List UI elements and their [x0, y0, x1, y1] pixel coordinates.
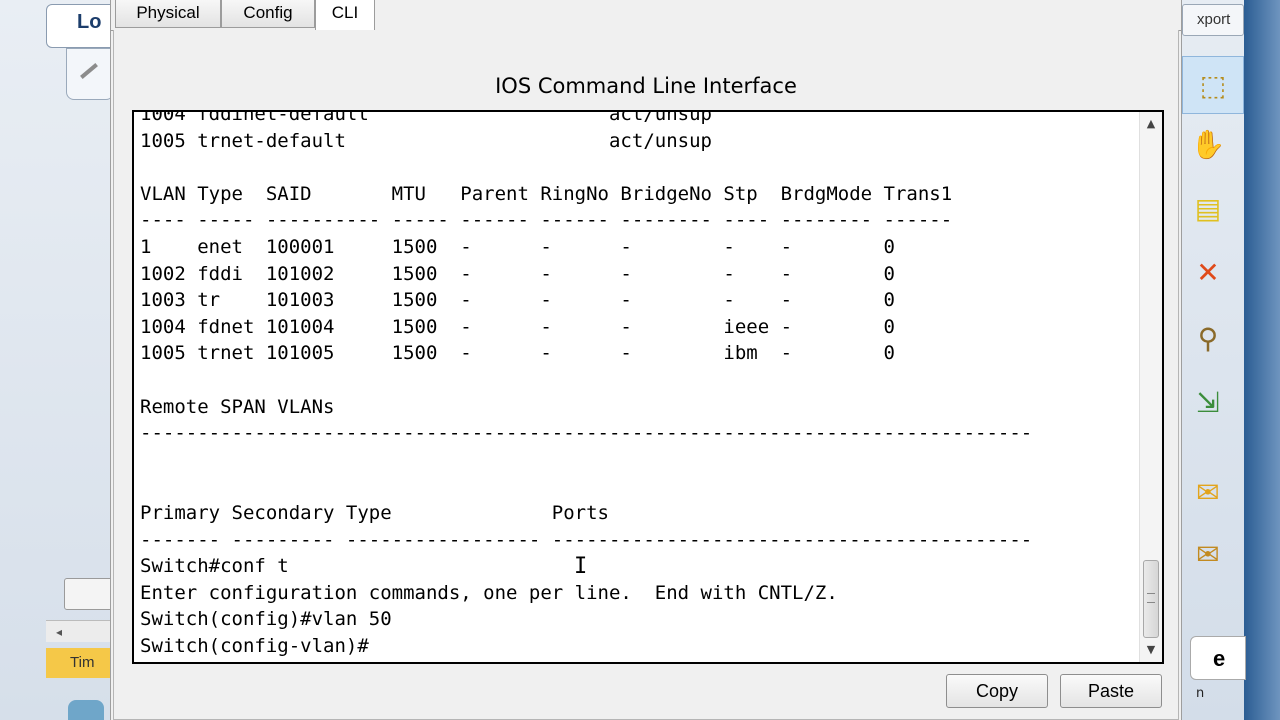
time-tab[interactable]: Tim [46, 648, 112, 678]
router-icon [68, 700, 104, 720]
background-app-left: Lo ◂ Tim [0, 0, 126, 720]
tab-config[interactable]: Config [221, 0, 315, 28]
resize-icon[interactable]: ⇲ [1186, 380, 1230, 424]
terminal-line: 1005 trnet 101005 1500 - - - ibm - 0 [140, 342, 895, 365]
navigation-icon[interactable] [66, 48, 114, 100]
text-cursor-icon: I [574, 554, 588, 579]
terminal-line: Switch(config-vlan)# [140, 634, 369, 657]
export-button[interactable]: xport [1182, 4, 1244, 36]
toolbar-bottom-text: n [1196, 686, 1205, 701]
tab-cli[interactable]: CLI [315, 0, 375, 31]
hand-icon[interactable]: ✋ [1186, 122, 1230, 166]
terminal-line: 1002 fddi 101002 1500 - - - - - 0 [140, 262, 895, 285]
tab-bar: Physical Config CLI [111, 0, 1181, 31]
terminal-line: ----------------------------------------… [140, 422, 1033, 445]
terminal-line: VLAN Type SAID MTU Parent RingNo BridgeN… [140, 182, 953, 205]
scrollbar-thumb[interactable] [1143, 560, 1159, 638]
paste-button[interactable]: Paste [1060, 674, 1162, 708]
terminal-line: Enter configuration commands, one per li… [140, 581, 838, 604]
terminal-line: ------- --------- ----------------- ----… [140, 528, 1033, 551]
toolbar-accent [1244, 0, 1280, 720]
mail-open-icon[interactable]: ✉ [1186, 532, 1230, 576]
terminal-line: 1004 fdnet 101004 1500 - - - ieee - 0 [140, 315, 895, 338]
device-window: Physical Config CLI IOS Command Line Int… [110, 0, 1182, 720]
cli-terminal[interactable]: 1004 fddinet-default act/unsup 1005 trnet… [132, 110, 1164, 664]
terminal-line: 1 enet 100001 1500 - - - - - 0 [140, 235, 895, 258]
select-icon[interactable]: ⬚ [1182, 56, 1244, 114]
cli-panel: IOS Command Line Interface 1004 fddinet-… [113, 30, 1179, 720]
terminal-line: 1003 tr 101003 1500 - - - - - 0 [140, 289, 895, 312]
terminal-line: Switch(config)#vlan 50 [140, 608, 392, 631]
scroll-down-icon[interactable]: ▼ [1140, 640, 1162, 660]
horizontal-scrollbar[interactable]: ◂ [46, 620, 112, 642]
background-button[interactable] [64, 578, 114, 610]
note-icon[interactable]: ▤ [1186, 186, 1230, 230]
terminal-line: Remote SPAN VLANs [140, 395, 335, 418]
realtime-tab[interactable]: e [1190, 636, 1246, 680]
terminal-output[interactable]: 1004 fddinet-default act/unsup 1005 trnet… [140, 110, 1134, 662]
tab-physical[interactable]: Physical [115, 0, 221, 28]
scroll-up-icon[interactable]: ▲ [1140, 114, 1162, 134]
terminal-line: Primary Secondary Type Ports [140, 501, 609, 524]
terminal-line: 1005 trnet-default act/unsup [140, 129, 712, 152]
terminal-vertical-scrollbar[interactable]: ▲ ▼ [1139, 112, 1162, 662]
terminal-line: 1004 fddinet-default act/unsup [140, 110, 712, 125]
delete-icon[interactable]: ✕ [1186, 250, 1230, 294]
mail-icon[interactable]: ✉ [1186, 470, 1230, 514]
copy-button[interactable]: Copy [946, 674, 1048, 708]
terminal-line: ---- ----- ---------- ----- ------ -----… [140, 209, 953, 232]
panel-title: IOS Command Line Interface [495, 74, 797, 98]
terminal-line: Switch#conf t [140, 555, 289, 578]
background-app-right-toolbar: xport ⬚ ✋ ▤ ✕ ⚲ ⇲ ✉ ✉ e n [1182, 0, 1280, 720]
zoom-icon[interactable]: ⚲ [1186, 316, 1230, 360]
